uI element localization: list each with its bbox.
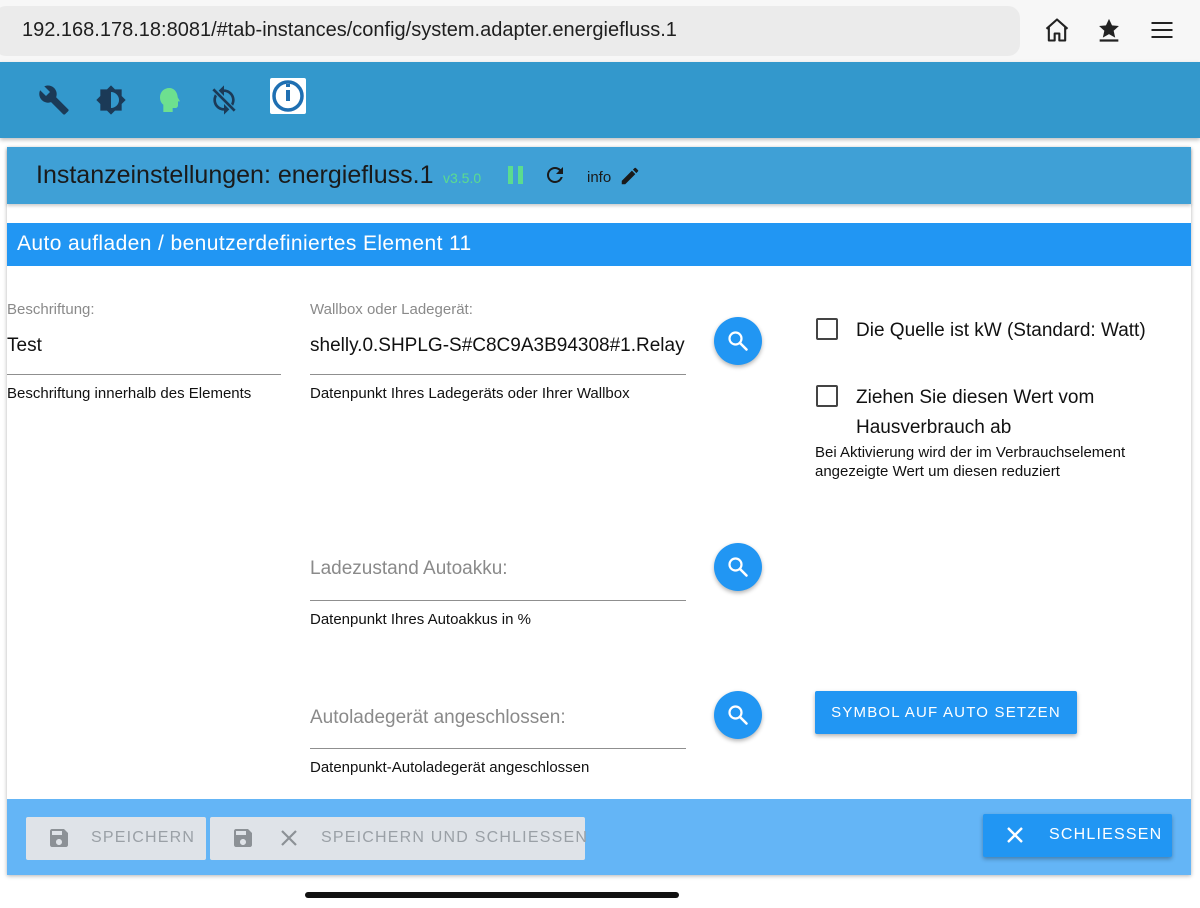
dialog-header: Instanzeinstellungen: energiefluss.1 v3.… [7, 147, 1191, 204]
url-field[interactable]: 192.168.178.18:8081/#tab-instances/confi… [0, 6, 1020, 56]
soc-input[interactable]: Ladezustand Autoakku: [310, 558, 508, 580]
close-label: SCHLIESSEN [1049, 826, 1163, 843]
info-label[interactable]: info [587, 169, 611, 186]
plugged-field-helper: Datenpunkt-Autoladegerät angeschlossen [310, 759, 590, 776]
close-x-icon [1007, 827, 1023, 843]
brightness-icon[interactable] [95, 84, 127, 116]
label-field-label: Beschriftung: [7, 301, 95, 318]
label-field-helper: Beschriftung innerhalb des Elements [7, 385, 252, 402]
url-text[interactable]: 192.168.178.18:8081/#tab-instances/confi… [22, 19, 677, 42]
close-button[interactable]: SCHLIESSEN [983, 814, 1172, 857]
dialog-title: Instanzeinstellungen: energiefluss.1 [36, 161, 434, 189]
plugged-input[interactable]: Autoladegerät angeschlossen: [310, 707, 566, 729]
save-and-close-button[interactable]: SPEICHERN UND SCHLIESSEN [210, 817, 589, 860]
soc-field-helper: Datenpunkt Ihres Autoakkus in % [310, 611, 531, 628]
wallbox-field-label: Wallbox oder Ladegerät: [310, 301, 473, 318]
subtract-label: Ziehen Sie diesen Wert vom Hausverbrauch… [856, 387, 1095, 438]
label-input[interactable]: Test [7, 335, 281, 357]
bookmark-star-icon[interactable] [1095, 16, 1123, 44]
home-indicator [305, 892, 679, 898]
subtract-checkbox[interactable] [816, 385, 838, 407]
reload-icon[interactable] [543, 163, 567, 187]
section-header: Auto aufladen / benutzerdefiniertes Elem… [7, 223, 1191, 266]
plugged-search-button[interactable] [714, 691, 762, 739]
iobroker-logo[interactable] [270, 78, 306, 114]
dialog-footer: SPEICHERN SPEICHERN UND SCHLIESSEN SCHLI… [7, 799, 1191, 875]
plugged-input-underline [310, 748, 686, 749]
soc-input-underline [310, 600, 686, 601]
browser-bar: 192.168.178.18:8081/#tab-instances/confi… [0, 0, 1200, 62]
kw-source-label: Die Quelle ist kW (Standard: Watt) [856, 320, 1146, 341]
soc-search-button[interactable] [714, 543, 762, 591]
wallbox-field-helper: Datenpunkt Ihres Ladegeräts oder Ihrer W… [310, 385, 630, 402]
app-toolbar [0, 62, 1200, 138]
floppy-disk-icon [50, 829, 68, 847]
search-icon [728, 331, 748, 351]
save-button[interactable]: SPEICHERN [26, 817, 206, 860]
home-icon[interactable] [1043, 16, 1071, 44]
search-icon [728, 705, 748, 725]
pause-icon[interactable] [507, 165, 525, 185]
sync-off-icon[interactable] [208, 84, 240, 116]
search-icon [728, 557, 748, 577]
floppy-disk-icon [234, 829, 252, 847]
expert-head-icon[interactable] [152, 84, 184, 116]
wrench-icon[interactable] [38, 84, 70, 116]
close-x-icon [281, 830, 297, 846]
set-car-symbol-button[interactable]: SYMBOL AUF AUTO SETZEN [815, 691, 1077, 734]
save-and-close-label: SPEICHERN UND SCHLIESSEN [321, 829, 589, 846]
menu-icon[interactable] [1148, 16, 1176, 44]
wallbox-input-underline [310, 374, 686, 375]
instance-settings-dialog: Instanzeinstellungen: energiefluss.1 v3.… [7, 147, 1191, 875]
kw-source-checkbox[interactable] [816, 318, 838, 340]
save-label: SPEICHERN [91, 829, 196, 846]
wallbox-search-button[interactable] [714, 317, 762, 365]
section-title: Auto aufladen / benutzerdefiniertes Elem… [17, 232, 472, 255]
label-input-underline [7, 374, 281, 375]
subtract-helper: Bei Aktivierung wird der im Verbrauchsel… [815, 444, 1126, 480]
version-label: v3.5.0 [443, 170, 482, 186]
wallbox-input[interactable]: shelly.0.SHPLG-S#C8C9A3B94308#1.Relay [310, 335, 686, 357]
edit-pencil-icon[interactable] [619, 165, 641, 187]
